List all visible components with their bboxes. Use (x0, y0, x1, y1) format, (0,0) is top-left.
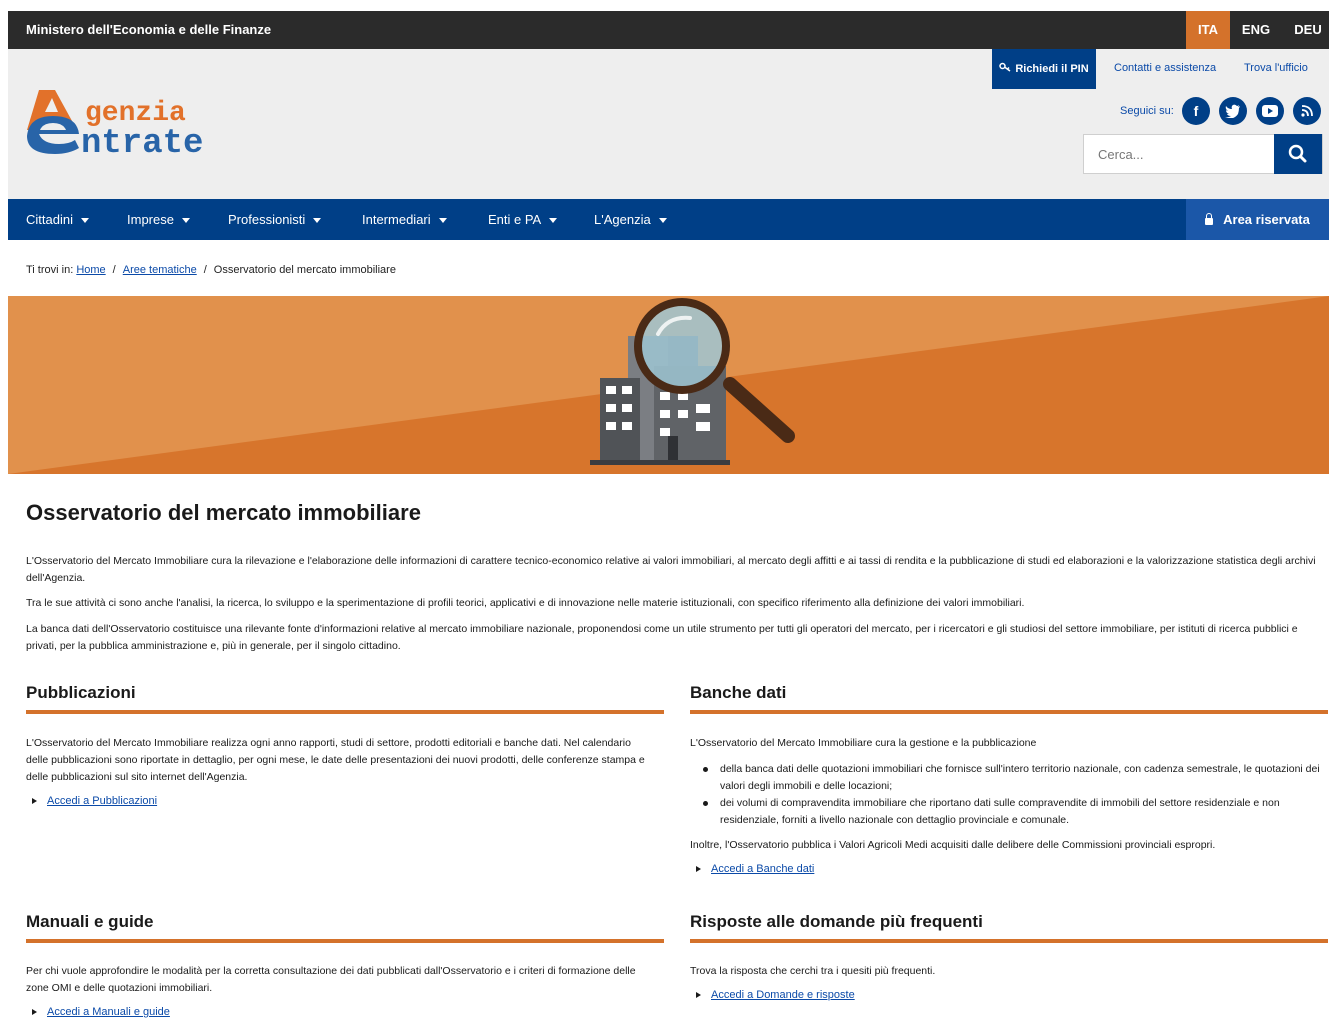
banche-dati-link-item: Accedi a Banche dati (696, 863, 814, 875)
caret-down-icon (549, 218, 558, 224)
breadcrumb-prefix: Ti trovi in: (26, 264, 74, 276)
breadcrumb-current: Osservatorio del mercato immobiliare (213, 264, 396, 276)
nav-item-intermediari[interactable]: Intermediari (362, 199, 447, 240)
manuali-link-item: Accedi a Manuali e guide (32, 1006, 170, 1018)
arrow-right-icon (696, 992, 701, 999)
section-divider (26, 939, 664, 943)
caret-down-icon (313, 218, 322, 224)
pubblicazioni-link-item: Accedi a Pubblicazioni (32, 795, 157, 807)
contacts-link[interactable]: Contatti e assistenza (1114, 62, 1216, 74)
arrow-right-icon (32, 1009, 37, 1016)
breadcrumb: Ti trovi in: Home / Aree tematiche / Osserva… (26, 264, 396, 276)
caret-down-icon (181, 218, 190, 224)
caret-down-icon (438, 218, 447, 224)
section-title-manuali: Manuali e guide (26, 912, 154, 931)
reserved-area-label: Area riservata (1223, 212, 1310, 227)
section-title-faq: Risposte alle domande più frequenti (690, 912, 983, 931)
youtube-icon[interactable] (1256, 97, 1284, 125)
caret-down-icon (80, 218, 89, 224)
nav-item-agenzia[interactable]: L'Agenzia (594, 199, 667, 240)
section-divider (690, 939, 1328, 943)
banche-dati-list: della banca dati delle quotazioni immobi… (690, 761, 1326, 829)
banche-dati-text: L'Osservatorio del Mercato Immobiliare c… (690, 737, 1037, 749)
hero-banner (8, 296, 1329, 474)
arrow-right-icon (696, 866, 701, 873)
request-pin-button[interactable]: Richiedi il PIN (992, 49, 1096, 89)
manuali-link[interactable]: Accedi a Manuali e guide (47, 1006, 170, 1018)
main-nav: Cittadini Imprese Professionisti Interme… (8, 199, 1329, 240)
lang-ita-button[interactable]: ITA (1186, 11, 1230, 49)
manuali-text: Per chi vuole approfondire le modalità p… (26, 965, 636, 994)
nav-item-professionisti[interactable]: Professionisti (228, 199, 322, 240)
page-title: Osservatorio del mercato immobiliare (26, 500, 421, 525)
banche-dati-link[interactable]: Accedi a Banche dati (711, 863, 814, 875)
search-button[interactable] (1274, 134, 1322, 174)
nav-item-cittadini[interactable]: Cittadini (26, 199, 89, 240)
twitter-icon[interactable] (1219, 97, 1247, 125)
logo-text-line2: ntrate (81, 125, 203, 160)
agenzia-entrate-logo[interactable]: genzia ntrate (25, 86, 245, 163)
request-pin-label: Richiedi il PIN (1015, 63, 1089, 75)
lock-icon (1205, 213, 1214, 226)
intro-paragraph-3: La banca dati dell'Osservatorio costitui… (26, 623, 1298, 652)
search-input[interactable] (1084, 135, 1274, 173)
nav-item-imprese[interactable]: Imprese (127, 199, 190, 240)
intro-paragraph-1: L'Osservatorio del Mercato Immobiliare c… (26, 555, 1316, 584)
lang-deu-button[interactable]: DEU (1288, 11, 1328, 49)
search-icon (1288, 144, 1307, 163)
arrow-right-icon (32, 798, 37, 805)
banche-dati-extra: Inoltre, l'Osservatorio pubblica i Valor… (690, 839, 1216, 851)
caret-down-icon (658, 218, 667, 224)
reserved-area-button[interactable]: Area riservata (1186, 199, 1329, 240)
top-bar: Ministero dell'Economia e delle Finanze … (8, 11, 1329, 49)
list-item: della banca dati delle quotazioni immobi… (690, 761, 1326, 795)
breadcrumb-aree-link[interactable]: Aree tematiche (123, 264, 197, 276)
pubblicazioni-text: L'Osservatorio del Mercato Immobiliare r… (26, 737, 645, 783)
ministry-label: Ministero dell'Economia e delle Finanze (26, 22, 272, 37)
nav-item-enti-pa[interactable]: Enti e PA (488, 199, 558, 240)
follow-label: Seguici su: (1120, 105, 1174, 117)
faq-link-item: Accedi a Domande e risposte (696, 989, 855, 1001)
intro-paragraph-2: Tra le sue attività ci sono anche l'anal… (26, 597, 1025, 609)
faq-text: Trova la risposta che cerchi tra i quesi… (690, 965, 936, 977)
lang-eng-button[interactable]: ENG (1234, 11, 1278, 49)
section-divider (26, 710, 664, 714)
rss-icon[interactable] (1293, 97, 1321, 125)
section-title-pubblicazioni: Pubblicazioni (26, 683, 136, 702)
facebook-icon[interactable]: f (1182, 97, 1210, 125)
list-item: dei volumi di compravendita immobiliare … (690, 795, 1326, 829)
search-box (1083, 134, 1323, 174)
section-title-banche-dati: Banche dati (690, 683, 787, 702)
faq-link[interactable]: Accedi a Domande e risposte (711, 989, 855, 1001)
breadcrumb-home-link[interactable]: Home (76, 264, 105, 276)
key-icon (999, 49, 1011, 89)
site-header: genzia ntrate Richiedi il PIN Contatti e… (8, 49, 1329, 199)
section-divider (690, 710, 1328, 714)
find-office-link[interactable]: Trova l'ufficio (1244, 62, 1308, 74)
pubblicazioni-link[interactable]: Accedi a Pubblicazioni (47, 795, 157, 807)
